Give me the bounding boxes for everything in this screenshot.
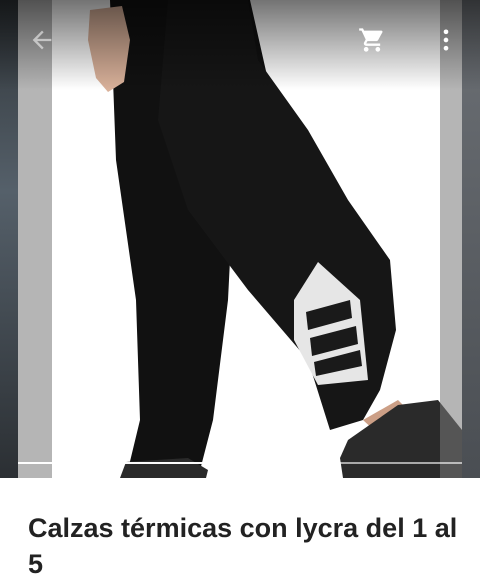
back-button[interactable] [20,18,64,62]
shopping-cart-icon [359,28,383,52]
gallery-page-indicator-active [18,462,240,464]
arrow-back-icon [32,30,52,50]
product-title-section: Calzas térmicas con lycra del 1 al 5 [28,510,458,582]
more-vert-icon [443,29,449,51]
product-image-gallery[interactable] [0,0,480,478]
more-options-button[interactable] [424,18,468,62]
appbar-scrim [0,0,480,90]
product-title: Calzas térmicas con lycra del 1 al 5 [28,513,458,579]
cart-button[interactable] [350,18,394,62]
